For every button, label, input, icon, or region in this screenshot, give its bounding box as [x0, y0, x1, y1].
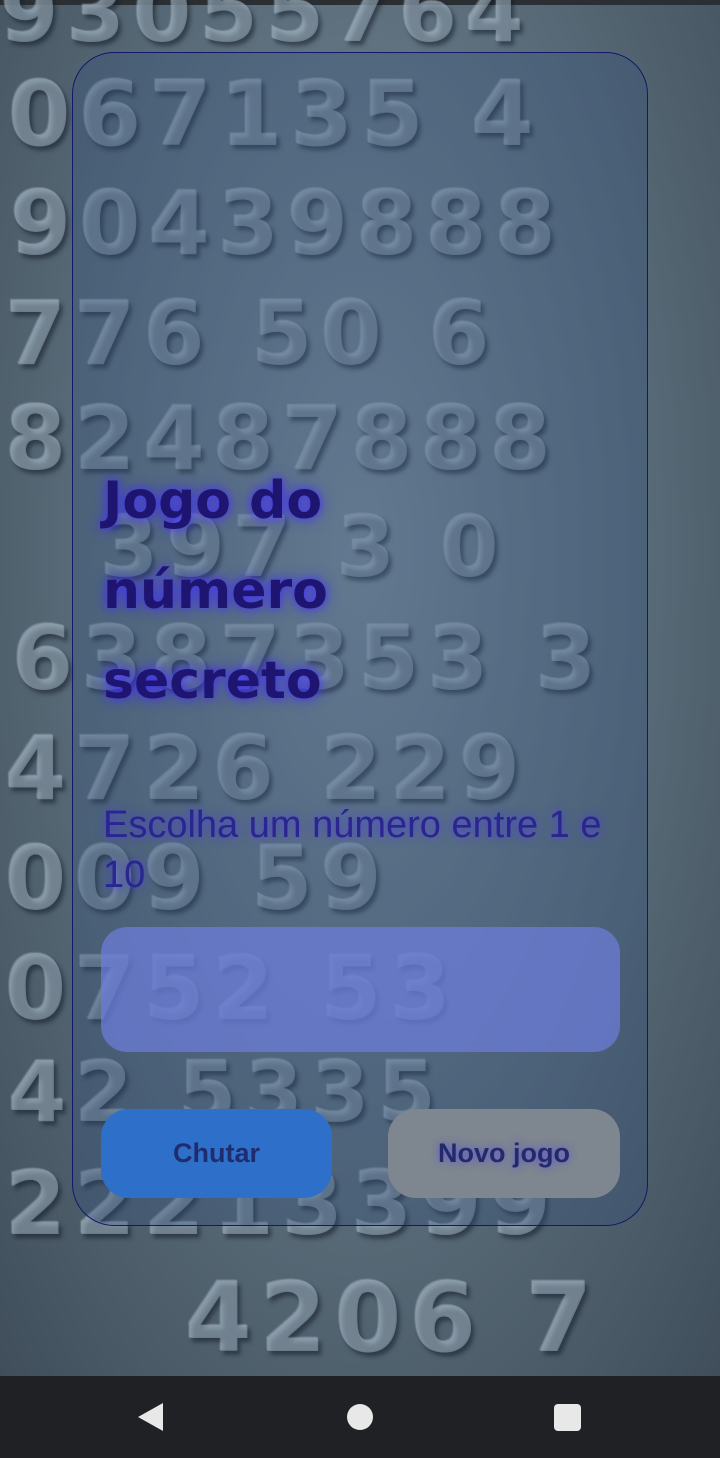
app-screen: 93055764 067135 4 90439888 776 50 6 8248…	[0, 0, 720, 1376]
new-game-button[interactable]: Novo jogo	[388, 1109, 620, 1198]
system-navigation-bar	[0, 1376, 720, 1458]
instruction-text: Escolha um número entre 1 e 10	[103, 804, 602, 896]
guess-button[interactable]: Chutar	[101, 1109, 332, 1198]
home-icon[interactable]	[347, 1404, 373, 1430]
game-title: Jogo do número secreto	[103, 471, 328, 711]
recent-apps-icon[interactable]	[554, 1404, 581, 1431]
back-icon[interactable]	[138, 1403, 163, 1431]
guess-input[interactable]	[101, 927, 620, 1052]
